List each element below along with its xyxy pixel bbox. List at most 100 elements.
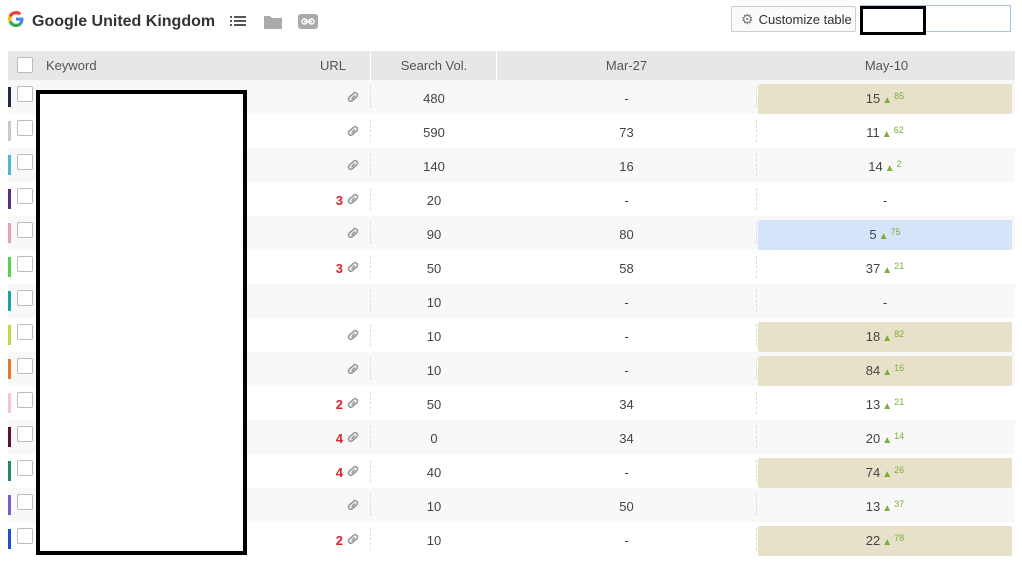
up-arrow-icon: ▲ bbox=[882, 537, 893, 548]
link-icon[interactable] bbox=[345, 327, 361, 343]
link-icon[interactable] bbox=[345, 157, 361, 173]
row-checkbox[interactable] bbox=[17, 460, 33, 476]
row-color-tag bbox=[8, 189, 11, 209]
rank-date-2-cell: 15 ▲ 85 bbox=[758, 84, 1012, 114]
rank-date-2-cell: 14 ▲ 2 bbox=[758, 152, 1012, 182]
link-icon[interactable] bbox=[345, 259, 361, 275]
column-divider bbox=[756, 392, 757, 414]
customize-table-button[interactable]: ⚙ Customize table bbox=[731, 6, 856, 32]
column-divider bbox=[756, 188, 757, 210]
row-checkbox[interactable] bbox=[17, 358, 33, 374]
rank-change: 21 bbox=[894, 261, 905, 271]
row-color-tag bbox=[8, 291, 11, 311]
column-divider bbox=[756, 86, 757, 108]
search-vol-cell: 50 bbox=[426, 261, 442, 276]
row-color-tag bbox=[8, 529, 11, 549]
row-checkbox[interactable] bbox=[17, 392, 33, 408]
url-count[interactable]: 2 bbox=[318, 397, 343, 412]
folder-icon[interactable] bbox=[264, 14, 284, 30]
up-arrow-icon: ▲ bbox=[884, 163, 895, 174]
link-icon[interactable] bbox=[345, 531, 361, 547]
url-count[interactable]: 3 bbox=[318, 193, 343, 208]
row-color-tag bbox=[8, 495, 11, 515]
url-count[interactable]: 4 bbox=[318, 465, 343, 480]
rank-change: 37 bbox=[894, 499, 905, 509]
link-icon[interactable] bbox=[345, 361, 361, 377]
rank-date-2-cell: - bbox=[758, 288, 1012, 318]
search-vol-cell: 590 bbox=[423, 125, 445, 140]
search-vol-cell: 10 bbox=[426, 363, 442, 378]
row-checkbox[interactable] bbox=[17, 86, 33, 102]
gear-icon: ⚙ bbox=[741, 10, 754, 27]
row-checkbox[interactable] bbox=[17, 426, 33, 442]
link-icon[interactable] bbox=[345, 225, 361, 241]
select-all-checkbox[interactable] bbox=[17, 57, 33, 73]
rank-date-1-cell: - bbox=[624, 295, 629, 310]
rank-value: 5 bbox=[869, 227, 877, 242]
rank-date-1-cell: - bbox=[624, 363, 629, 378]
list-view-icon[interactable] bbox=[230, 14, 250, 30]
rank-date-1-cell: - bbox=[624, 533, 629, 548]
up-arrow-icon: ▲ bbox=[882, 401, 893, 412]
rank-date-2-cell: 22 ▲ 78 bbox=[758, 526, 1012, 556]
up-arrow-icon: ▲ bbox=[882, 333, 893, 344]
row-checkbox[interactable] bbox=[17, 120, 33, 136]
row-checkbox[interactable] bbox=[17, 154, 33, 170]
up-arrow-icon: ▲ bbox=[882, 265, 893, 276]
row-checkbox[interactable] bbox=[17, 290, 33, 306]
rank-date-1-cell: 58 bbox=[619, 261, 634, 276]
redaction-box bbox=[860, 6, 926, 35]
up-arrow-icon: ▲ bbox=[882, 95, 893, 106]
header-date-1[interactable]: Mar-27 bbox=[497, 51, 756, 80]
row-checkbox[interactable] bbox=[17, 222, 33, 238]
column-divider bbox=[756, 528, 757, 550]
search-vol-cell: 20 bbox=[426, 193, 442, 208]
rank-change: 16 bbox=[894, 363, 905, 373]
rank-date-1-cell: - bbox=[624, 329, 629, 344]
url-count[interactable]: 4 bbox=[318, 431, 343, 446]
column-divider bbox=[756, 222, 757, 244]
link-icon[interactable] bbox=[345, 497, 361, 513]
row-checkbox[interactable] bbox=[17, 324, 33, 340]
link-icon[interactable] bbox=[345, 429, 361, 445]
row-checkbox[interactable] bbox=[17, 188, 33, 204]
rank-change: 85 bbox=[894, 91, 905, 101]
rank-change: 62 bbox=[893, 125, 904, 135]
link-icon[interactable] bbox=[345, 395, 361, 411]
customize-table-label: Customize table bbox=[758, 11, 852, 27]
rank-date-1-cell: 80 bbox=[619, 227, 634, 242]
header-search-vol[interactable]: Search Vol. bbox=[371, 51, 497, 80]
header-date-2[interactable]: May-10 bbox=[758, 51, 1015, 80]
link-icon[interactable] bbox=[345, 123, 361, 139]
search-vol-cell: 10 bbox=[426, 499, 442, 514]
row-color-tag bbox=[8, 257, 11, 277]
toolbar: Google United Kingdom ⚙ Customize table bbox=[0, 0, 1022, 44]
row-checkbox[interactable] bbox=[17, 256, 33, 272]
rank-date-1-cell: 50 bbox=[619, 499, 634, 514]
search-vol-cell: 10 bbox=[426, 329, 442, 344]
rank-date-1-cell: 34 bbox=[619, 431, 634, 446]
url-count[interactable]: 2 bbox=[318, 533, 343, 548]
column-divider bbox=[756, 256, 757, 278]
rank-change: 82 bbox=[894, 329, 905, 339]
header-url[interactable]: URL bbox=[320, 51, 346, 80]
row-checkbox[interactable] bbox=[17, 528, 33, 544]
row-checkbox[interactable] bbox=[17, 494, 33, 510]
search-vol-cell: 90 bbox=[426, 227, 442, 242]
link-box-icon[interactable] bbox=[298, 14, 318, 30]
rank-value: 13 bbox=[865, 397, 881, 412]
header-keyword[interactable]: Keyword bbox=[46, 51, 97, 80]
link-icon[interactable] bbox=[345, 191, 361, 207]
link-icon[interactable] bbox=[345, 463, 361, 479]
link-icon[interactable] bbox=[345, 89, 361, 105]
row-color-tag bbox=[8, 87, 11, 107]
table-header: Keyword URL Search Vol. Mar-27 May-10 bbox=[8, 51, 1015, 80]
rank-date-2-cell: 13 ▲ 37 bbox=[758, 492, 1012, 522]
column-divider bbox=[756, 290, 757, 312]
rank-change: 21 bbox=[894, 397, 905, 407]
search-vol-cell: 40 bbox=[426, 465, 442, 480]
column-divider bbox=[756, 358, 757, 380]
url-count[interactable]: 3 bbox=[318, 261, 343, 276]
row-color-tag bbox=[8, 155, 11, 175]
column-divider bbox=[756, 494, 757, 516]
